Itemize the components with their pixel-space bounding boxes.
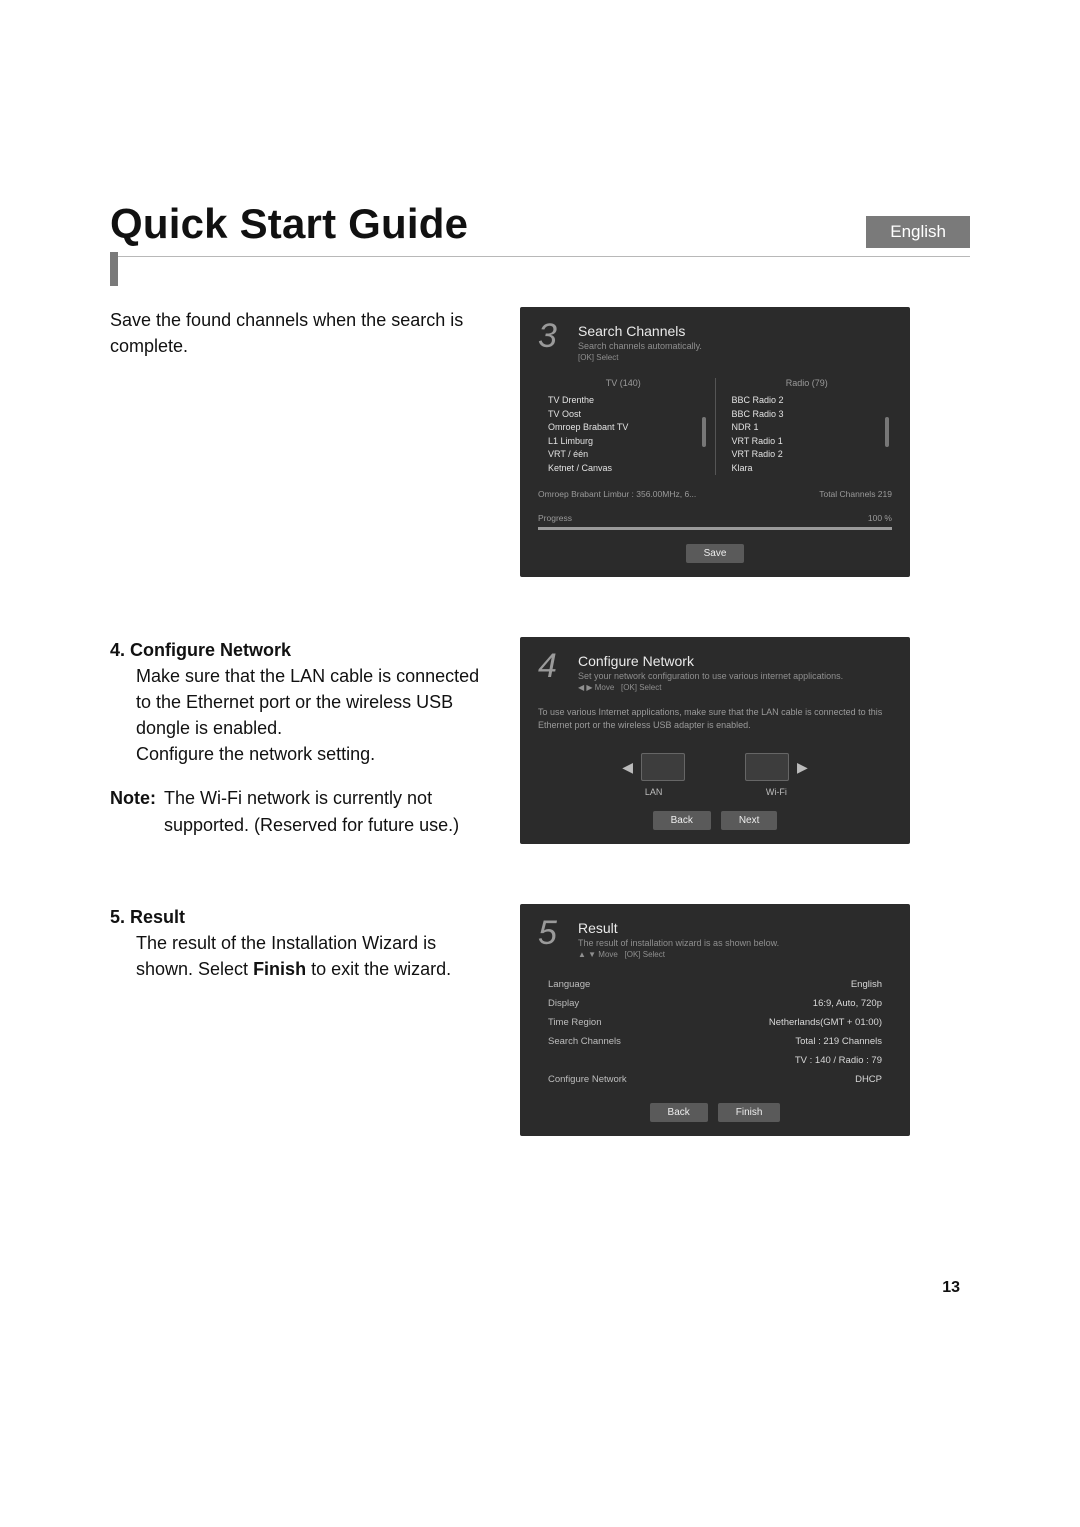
back-button[interactable]: Back <box>653 811 711 830</box>
save-button[interactable]: Save <box>686 544 745 563</box>
progress-info-left: Omroep Brabant Limbur : 356.00MHz, 6... <box>538 489 696 499</box>
step-number-5: 5 <box>538 914 557 953</box>
step-5-heading: 5. Result <box>110 904 490 930</box>
step-4-text-1: Make sure that the LAN cable is connecte… <box>136 663 490 741</box>
screenshot-result: 5 Result The result of installation wiza… <box>520 904 910 1136</box>
radio-channel-item: VRT Radio 1 <box>722 435 893 449</box>
save-channels-text: Save the found channels when the search … <box>110 307 490 577</box>
result-row: Display16:9, Auto, 720p <box>544 994 886 1013</box>
shot4-body-text: To use various Internet applications, ma… <box>538 706 892 731</box>
finish-button[interactable]: Finish <box>718 1103 781 1122</box>
shot4-title: Configure Network <box>578 653 892 669</box>
step-number-4: 4 <box>538 647 557 686</box>
screenshot-configure-network: 4 Configure Network Set your network con… <box>520 637 910 844</box>
progress-bar <box>538 527 892 530</box>
progress-info-right: Total Channels 219 <box>819 489 892 499</box>
radio-channel-item: VRT Radio 2 <box>722 448 893 462</box>
result-row: TV : 140 / Radio : 79 <box>544 1051 886 1070</box>
shot5-subtitle: The result of installation wizard is as … <box>578 938 892 948</box>
shot3-subtitle: Search channels automatically. <box>578 341 892 351</box>
arrow-right-icon[interactable]: ▶ <box>797 759 808 776</box>
note-label: Note: <box>110 785 156 837</box>
step-number-3: 3 <box>538 317 557 356</box>
back-button[interactable]: Back <box>650 1103 708 1122</box>
step-4-heading: 4. Configure Network <box>110 637 490 663</box>
next-button[interactable]: Next <box>721 811 778 830</box>
tv-channel-item: Omroep Brabant TV <box>538 421 709 435</box>
tv-column-header: TV (140) <box>538 378 709 388</box>
shot5-hint: ▲ ▼ Move [OK] Select <box>578 950 892 959</box>
arrow-left-icon[interactable]: ◀ <box>622 759 633 776</box>
wifi-icon[interactable] <box>745 753 789 781</box>
shot5-title: Result <box>578 920 892 936</box>
tv-channel-item: L1 Limburg <box>538 435 709 449</box>
shot4-subtitle: Set your network configuration to use va… <box>578 671 892 681</box>
radio-channel-item: BBC Radio 2 <box>722 394 893 408</box>
radio-channel-item: NDR 1 <box>722 421 893 435</box>
shot3-title: Search Channels <box>578 323 892 339</box>
tv-channel-item: TV Drenthe <box>538 394 709 408</box>
note-text: The Wi-Fi network is currently not suppo… <box>164 785 490 837</box>
shot3-hint: [OK] Select <box>578 353 892 362</box>
scrollbar-thumb[interactable] <box>702 417 706 447</box>
screenshot-search-channels: 3 Search Channels Search channels automa… <box>520 307 910 577</box>
radio-channel-item: BBC Radio 3 <box>722 408 893 422</box>
result-row: Time RegionNetherlands(GMT + 01:00) <box>544 1013 886 1032</box>
radio-column-header: Radio (79) <box>722 378 893 388</box>
result-row: LanguageEnglish <box>544 975 886 994</box>
radio-channel-item: Klara <box>722 462 893 476</box>
scrollbar-thumb[interactable] <box>885 417 889 447</box>
language-badge: English <box>866 216 970 248</box>
progress-label: Progress <box>538 513 572 523</box>
step-4-text-2: Configure the network setting. <box>136 741 490 767</box>
page-title: Quick Start Guide <box>110 200 468 248</box>
page-number: 13 <box>942 1279 960 1297</box>
lan-icon[interactable] <box>641 753 685 781</box>
result-row: Configure NetworkDHCP <box>544 1070 886 1089</box>
wifi-label: Wi-Fi <box>766 787 787 797</box>
tv-channel-item: Ketnet / Canvas <box>538 462 709 476</box>
result-row: Search ChannelsTotal : 219 Channels <box>544 1032 886 1051</box>
progress-percent: 100 % <box>868 513 892 523</box>
tv-channel-item: TV Oost <box>538 408 709 422</box>
shot4-hint: ◀ ▶ Move [OK] Select <box>578 683 892 692</box>
column-divider <box>715 378 716 475</box>
accent-bar <box>110 252 118 286</box>
step-5-text: The result of the Installation Wizard is… <box>110 930 490 982</box>
lan-label: LAN <box>645 787 663 797</box>
tv-channel-item: VRT / één <box>538 448 709 462</box>
